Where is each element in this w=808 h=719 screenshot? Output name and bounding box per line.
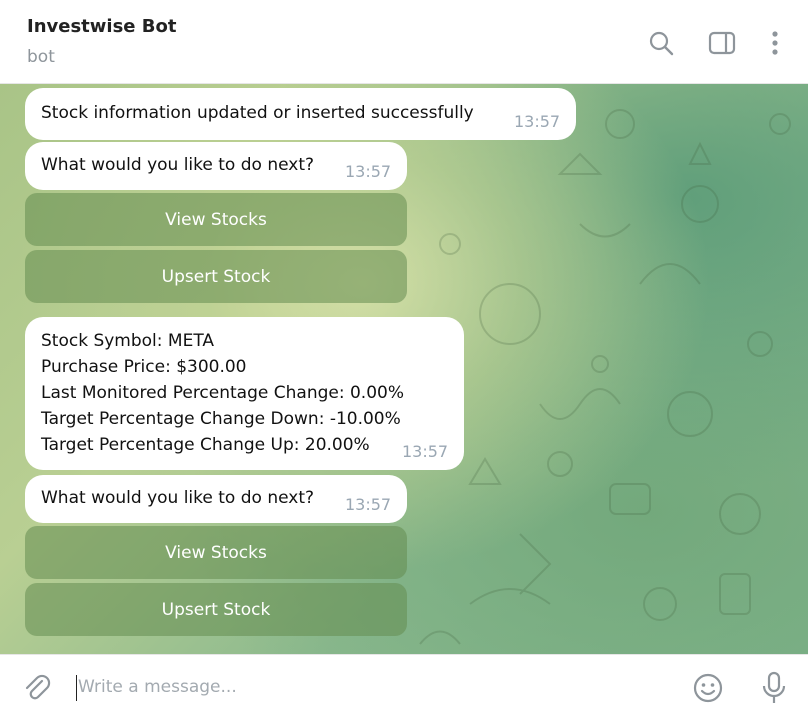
microphone-icon[interactable] (757, 671, 791, 705)
message-text: What would you like to do next? (41, 488, 315, 508)
message-time: 13:57 (345, 162, 392, 181)
upsert-stock-button[interactable]: Upsert Stock (25, 250, 407, 303)
search-icon[interactable] (646, 28, 676, 58)
text-cursor (76, 675, 77, 701)
sidebar-toggle-icon[interactable] (707, 28, 737, 58)
chat-area[interactable]: Stock information updated or inserted su… (0, 84, 808, 654)
message-bubble[interactable]: Stock information updated or inserted su… (25, 88, 576, 140)
more-vertical-icon[interactable] (760, 28, 790, 58)
chat-subtitle: bot (27, 47, 55, 67)
message-time: 13:57 (402, 442, 449, 461)
message-bubble[interactable]: What would you like to do next? 13:57 (25, 475, 407, 523)
message-time: 13:57 (345, 495, 392, 514)
view-stocks-button[interactable]: View Stocks (25, 526, 407, 579)
chat-title[interactable]: Investwise Bot (27, 16, 176, 37)
message-text: Stock information updated or inserted su… (41, 103, 474, 123)
message-time: 13:57 (514, 112, 561, 131)
message-input[interactable]: Write a message... (78, 677, 237, 697)
paperclip-icon[interactable] (20, 671, 54, 705)
message-bubble[interactable]: Stock Symbol: META Purchase Price: $300.… (25, 317, 464, 470)
message-text: What would you like to do next? (41, 155, 315, 175)
message-composer: Write a message... (0, 654, 808, 719)
view-stocks-button[interactable]: View Stocks (25, 193, 407, 246)
chat-header: Investwise Bot bot (0, 0, 808, 84)
message-text: Stock Symbol: META Purchase Price: $300.… (41, 331, 404, 455)
upsert-stock-button[interactable]: Upsert Stock (25, 583, 407, 636)
message-bubble[interactable]: What would you like to do next? 13:57 (25, 142, 407, 190)
emoji-icon[interactable] (691, 671, 725, 705)
